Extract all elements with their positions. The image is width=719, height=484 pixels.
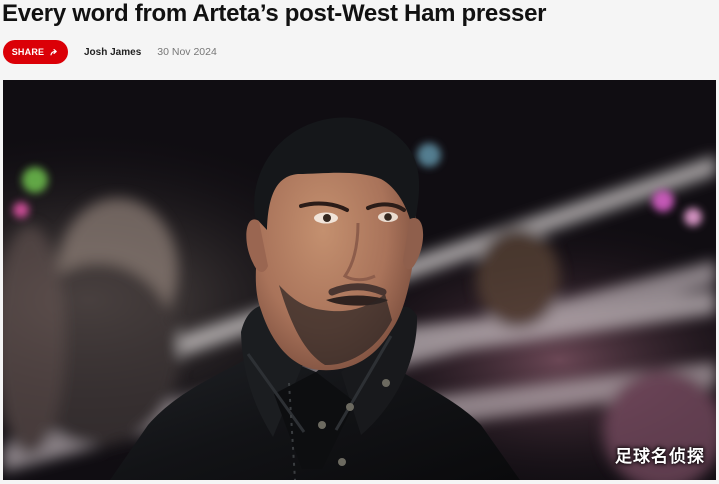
portrait-illustration — [3, 80, 716, 480]
article-page: Every word from Arteta’s post-West Ham p… — [0, 0, 719, 484]
hero-image: 足球名侦探 — [3, 80, 716, 480]
author-name[interactable]: Josh James — [84, 47, 141, 58]
article-title: Every word from Arteta’s post-West Ham p… — [2, 0, 547, 27]
share-label: SHARE — [11, 47, 45, 57]
article-meta: SHARE Josh James 30 Nov 2024 — [3, 40, 217, 64]
publish-date: 30 Nov 2024 — [157, 46, 217, 58]
watermark-text: 足球名侦探 — [615, 447, 705, 467]
share-button[interactable]: SHARE — [3, 40, 68, 64]
share-arrow-icon — [49, 47, 59, 57]
